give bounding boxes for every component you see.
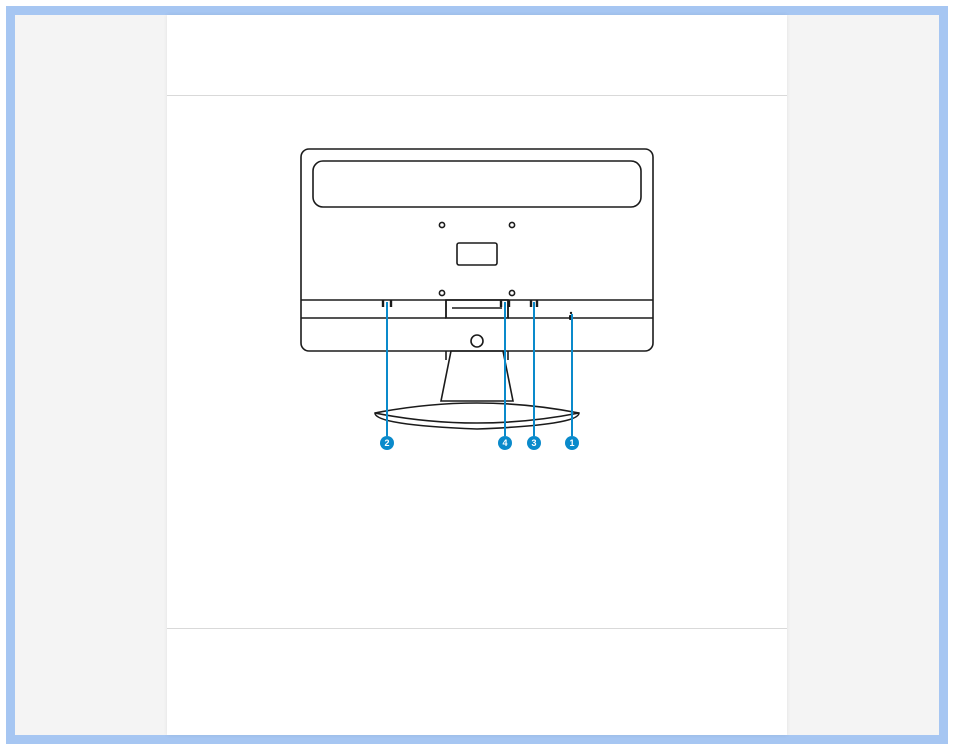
callout-label-2: 2 [380, 436, 394, 450]
callout-label-1: 1 [565, 436, 579, 450]
callout-label-3: 3 [527, 436, 541, 450]
section-divider-top [167, 95, 787, 96]
callout-line-2 [386, 302, 388, 436]
canvas-area: 1 2 3 4 [15, 15, 939, 735]
callout-label-4: 4 [498, 436, 512, 450]
app-frame: 1 2 3 4 [6, 6, 948, 744]
callout-line-3 [533, 302, 535, 436]
callout-line-4 [504, 302, 506, 436]
callout-line-1 [571, 314, 573, 436]
monitor-back-diagram: 1 2 3 4 [297, 145, 657, 465]
callout-layer: 1 2 3 4 [297, 145, 657, 465]
section-divider-bottom [167, 628, 787, 629]
document-page: 1 2 3 4 [167, 15, 787, 735]
viewport: 1 2 3 4 [0, 0, 954, 750]
